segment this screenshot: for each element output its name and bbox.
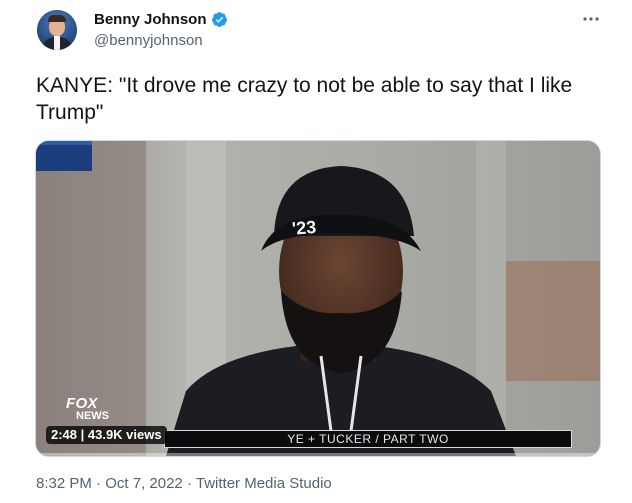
tweet-time[interactable]: 8:32 PM xyxy=(36,475,92,492)
author-avatar[interactable] xyxy=(37,10,77,50)
fox-watermark-line2: NEWS xyxy=(76,410,109,422)
verified-badge-icon xyxy=(211,12,227,27)
video-media[interactable]: '23 FOX NEWS YE + TUCKER / PART TWO 2:48… xyxy=(35,140,601,457)
video-chyron: YE + TUCKER / PART TWO xyxy=(164,430,572,448)
chyron-text: YE + TUCKER / PART TWO xyxy=(287,432,449,446)
tweet-date[interactable]: Oct 7, 2022 xyxy=(105,475,183,492)
author-name-row[interactable]: Benny Johnson xyxy=(94,11,228,28)
video-frame-image: '23 xyxy=(36,141,600,456)
tweet-text: KANYE: "It drove me crazy to not be able… xyxy=(36,74,573,124)
meta-separator-1: · xyxy=(96,475,102,492)
tweet-source[interactable]: Twitter Media Studio xyxy=(196,475,332,492)
more-options-icon[interactable] xyxy=(580,12,602,26)
tweet-card: Benny Johnson @bennyjohnson KANYE: "It d… xyxy=(0,0,632,503)
meta-separator-2: · xyxy=(186,475,192,492)
video-progress-bar[interactable] xyxy=(36,453,600,456)
cap-print: '23 xyxy=(291,217,317,239)
video-duration-views-badge: 2:48 | 43.9K views xyxy=(46,426,167,444)
fox-news-logo-icon xyxy=(36,141,92,171)
tweet-meta: 8:32 PM · Oct 7, 2022 · Twitter Media St… xyxy=(36,475,332,492)
author-handle[interactable]: @bennyjohnson xyxy=(94,32,203,49)
author-display-name[interactable]: Benny Johnson xyxy=(94,11,207,28)
